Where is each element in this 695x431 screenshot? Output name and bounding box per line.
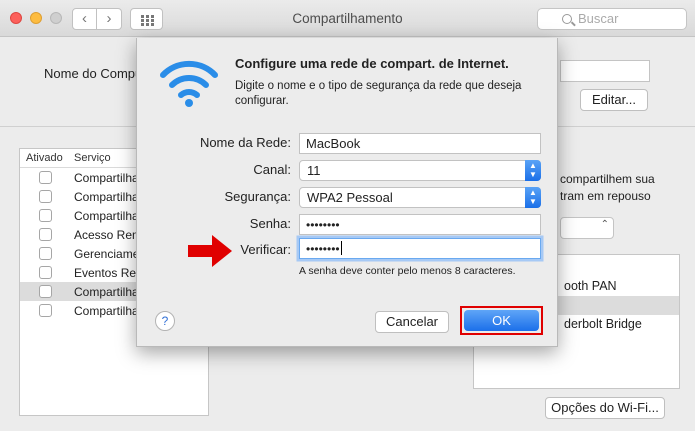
verify-label: Verificar: bbox=[240, 242, 291, 257]
ok-button[interactable]: OK bbox=[464, 310, 539, 331]
password-value: •••••••• bbox=[306, 218, 340, 232]
service-checkbox[interactable] bbox=[39, 285, 52, 298]
chevron-updown-icon: ▲ ▼ bbox=[525, 187, 541, 208]
share-from-select[interactable] bbox=[560, 217, 614, 239]
service-label: Compartilha bbox=[74, 285, 139, 299]
search-icon bbox=[562, 14, 572, 24]
password-label: Senha: bbox=[249, 216, 291, 231]
sharing-description-line-1: compartilhem sua bbox=[560, 172, 655, 186]
service-checkbox[interactable] bbox=[39, 304, 52, 317]
channel-label: Canal: bbox=[253, 162, 291, 177]
computer-name-label: Nome do Compu bbox=[44, 66, 143, 81]
text-cursor bbox=[340, 241, 342, 255]
ok-button-highlight: OK bbox=[460, 306, 543, 335]
service-checkbox[interactable] bbox=[39, 247, 52, 260]
sheet-title: Configure uma rede de compart. de Intern… bbox=[235, 56, 509, 71]
service-checkbox[interactable] bbox=[39, 209, 52, 222]
service-checkbox[interactable] bbox=[39, 190, 52, 203]
service-label: Gerenciame bbox=[74, 247, 140, 261]
red-arrow-icon bbox=[188, 235, 232, 267]
wifi-icon bbox=[160, 60, 218, 107]
service-label: Compartilha bbox=[74, 190, 139, 204]
service-checkbox[interactable] bbox=[39, 171, 52, 184]
sharing-description-line-2: tram em repouso bbox=[560, 189, 651, 203]
password-hint: A senha deve conter pelo menos 8 caracte… bbox=[299, 265, 516, 277]
window-titlebar: ‹ › Compartilhamento Buscar bbox=[0, 0, 695, 37]
cancel-button[interactable]: Cancelar bbox=[375, 311, 449, 333]
service-label: Compartilha bbox=[74, 209, 139, 223]
service-label: Compartilha bbox=[74, 171, 139, 185]
wifi-options-button[interactable]: Opções do Wi-Fi... bbox=[545, 397, 665, 419]
verify-value: •••••••• bbox=[306, 242, 340, 256]
sheet-description: Digite o nome e o tipo de segurança da r… bbox=[235, 80, 522, 107]
network-name-label: Nome da Rede: bbox=[199, 135, 291, 150]
network-name-field[interactable]: MacBook bbox=[299, 133, 541, 154]
channel-select[interactable]: 11 ▲ ▼ bbox=[299, 160, 541, 181]
chevron-updown-icon: ▲ ▼ bbox=[525, 160, 541, 181]
password-field[interactable]: •••••••• bbox=[299, 214, 541, 235]
service-checkbox[interactable] bbox=[39, 266, 52, 279]
enabled-column-header[interactable]: Ativado bbox=[26, 152, 63, 164]
service-column-header[interactable]: Serviço bbox=[74, 152, 111, 164]
security-label: Segurança: bbox=[224, 189, 292, 204]
search-field[interactable]: Buscar bbox=[537, 8, 687, 30]
security-value: WPA2 Pessoal bbox=[307, 190, 393, 205]
service-checkbox[interactable] bbox=[39, 228, 52, 241]
search-placeholder: Buscar bbox=[578, 11, 619, 26]
computer-name-field[interactable] bbox=[560, 60, 650, 82]
verify-password-field[interactable]: •••••••• bbox=[299, 238, 541, 259]
security-select[interactable]: WPA2 Pessoal ▲ ▼ bbox=[299, 187, 541, 208]
help-button[interactable]: ? bbox=[155, 311, 175, 331]
channel-value: 11 bbox=[307, 163, 321, 178]
service-label: Acesso Rem bbox=[74, 228, 143, 242]
edit-button[interactable]: Editar... bbox=[580, 89, 648, 111]
wifi-config-sheet: Configure uma rede de compart. de Intern… bbox=[136, 38, 558, 347]
service-label: Compartilha bbox=[74, 304, 139, 318]
